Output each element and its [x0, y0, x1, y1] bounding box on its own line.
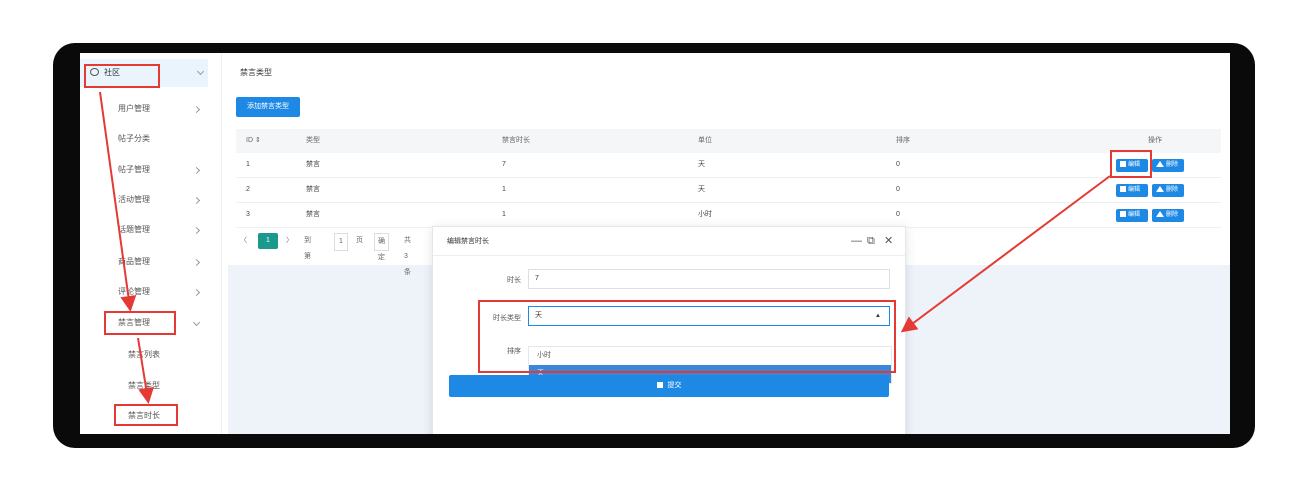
add-mute-type-button[interactable]: 添加禁言类型 — [236, 97, 300, 117]
sidebar-subitem-mute-types[interactable]: 禁言类型 — [128, 375, 198, 397]
edit-button[interactable]: 编辑 — [1116, 184, 1148, 197]
highlight-community — [84, 64, 160, 88]
chevron-right-icon — [192, 226, 201, 235]
sidebar-item-goods[interactable]: 商品管理 — [118, 251, 201, 273]
cell-unit: 天 — [698, 161, 705, 168]
confirm-page-button[interactable]: 确定 — [374, 233, 389, 261]
dialog-header: 编辑禁言时长 — ⧉ ✕ — [433, 227, 905, 256]
table-row: 1 禁言 7 天 0 编辑 删除 — [236, 153, 1221, 178]
cell-id: 1 — [246, 161, 250, 168]
sidebar-item-post-categories[interactable]: 帖子分类 — [118, 128, 198, 150]
cell-duration: 7 — [502, 161, 506, 168]
page-unit-label: 页 — [356, 237, 363, 244]
chevron-right-icon — [192, 258, 201, 267]
chevron-down-icon — [192, 318, 201, 327]
sidebar-item-activities[interactable]: 活动管理 — [118, 189, 201, 211]
table-row: 2 禁言 1 天 0 编辑 删除 — [236, 178, 1221, 203]
cell-unit: 小时 — [698, 211, 712, 218]
table-header: ID ⇕ 类型 禁言时长 单位 排序 操作 — [236, 129, 1221, 153]
column-header-sort: 排序 — [896, 137, 910, 144]
save-icon — [656, 382, 663, 388]
warning-icon — [1156, 186, 1164, 192]
highlight-mute-durations — [114, 404, 178, 426]
cell-type: 禁言 — [306, 211, 320, 218]
close-icon[interactable]: ✕ — [884, 234, 893, 248]
submit-button[interactable]: 提交 — [449, 375, 889, 397]
sidebar-subitem-mute-list[interactable]: 禁言列表 — [128, 344, 198, 366]
cell-sort: 0 — [896, 161, 900, 168]
minimize-icon[interactable]: — — [851, 234, 862, 248]
app-screen: 社区 用户管理 帖子分类 帖子管理 活动管理 话题管理 商品管理 评论管理 禁言… — [80, 53, 1230, 434]
highlight-unit-type-field — [478, 300, 896, 373]
maximize-icon[interactable]: ⧉ — [867, 234, 875, 248]
edit-button[interactable]: 编辑 — [1116, 209, 1148, 222]
chevron-right-icon — [192, 288, 201, 297]
cell-id: 2 — [246, 186, 250, 193]
duration-label: 时长 — [507, 277, 521, 284]
prev-page-button[interactable]: 〈 — [240, 233, 247, 249]
chevron-right-icon — [192, 166, 201, 175]
dialog-title: 编辑禁言时长 — [447, 238, 489, 245]
cell-duration: 1 — [502, 211, 506, 218]
sidebar-item-topics[interactable]: 话题管理 — [118, 219, 201, 241]
cell-id: 3 — [246, 211, 250, 218]
column-header-duration: 禁言时长 — [502, 137, 530, 144]
cell-duration: 1 — [502, 186, 506, 193]
table-row: 3 禁言 1 小时 0 编辑 删除 — [236, 203, 1221, 228]
cell-type: 禁言 — [306, 186, 320, 193]
delete-button[interactable]: 删除 — [1152, 159, 1184, 172]
chevron-down-icon — [196, 67, 205, 76]
cell-sort: 0 — [896, 211, 900, 218]
chevron-right-icon — [192, 196, 201, 205]
delete-button[interactable]: 删除 — [1152, 184, 1184, 197]
edit-icon — [1120, 186, 1126, 192]
edit-icon — [1120, 211, 1126, 217]
page-input[interactable]: 1 — [334, 233, 348, 251]
column-header-type: 类型 — [306, 137, 320, 144]
column-header-id[interactable]: ID ⇕ — [246, 129, 261, 153]
duration-input[interactable]: 7 — [528, 269, 890, 289]
total-count: 共 3 条 — [404, 237, 411, 276]
chevron-right-icon — [192, 105, 201, 114]
cell-unit: 天 — [698, 186, 705, 193]
next-page-button[interactable]: 〉 — [286, 233, 293, 249]
sidebar-item-comments[interactable]: 评论管理 — [118, 281, 201, 303]
column-header-unit: 单位 — [698, 137, 712, 144]
cell-type: 禁言 — [306, 161, 320, 168]
goto-label: 到第 — [304, 237, 311, 260]
sidebar-item-users[interactable]: 用户管理 — [118, 98, 201, 120]
warning-icon — [1156, 161, 1164, 167]
highlight-edit-button — [1110, 150, 1152, 178]
sidebar: 社区 用户管理 帖子分类 帖子管理 活动管理 话题管理 商品管理 评论管理 禁言… — [80, 53, 222, 434]
delete-button[interactable]: 删除 — [1152, 209, 1184, 222]
sidebar-item-posts[interactable]: 帖子管理 — [118, 159, 201, 181]
warning-icon — [1156, 211, 1164, 217]
highlight-mute-management — [104, 311, 176, 335]
page-title: 禁言类型 — [240, 68, 272, 77]
cell-sort: 0 — [896, 186, 900, 193]
current-page[interactable]: 1 — [258, 233, 278, 249]
